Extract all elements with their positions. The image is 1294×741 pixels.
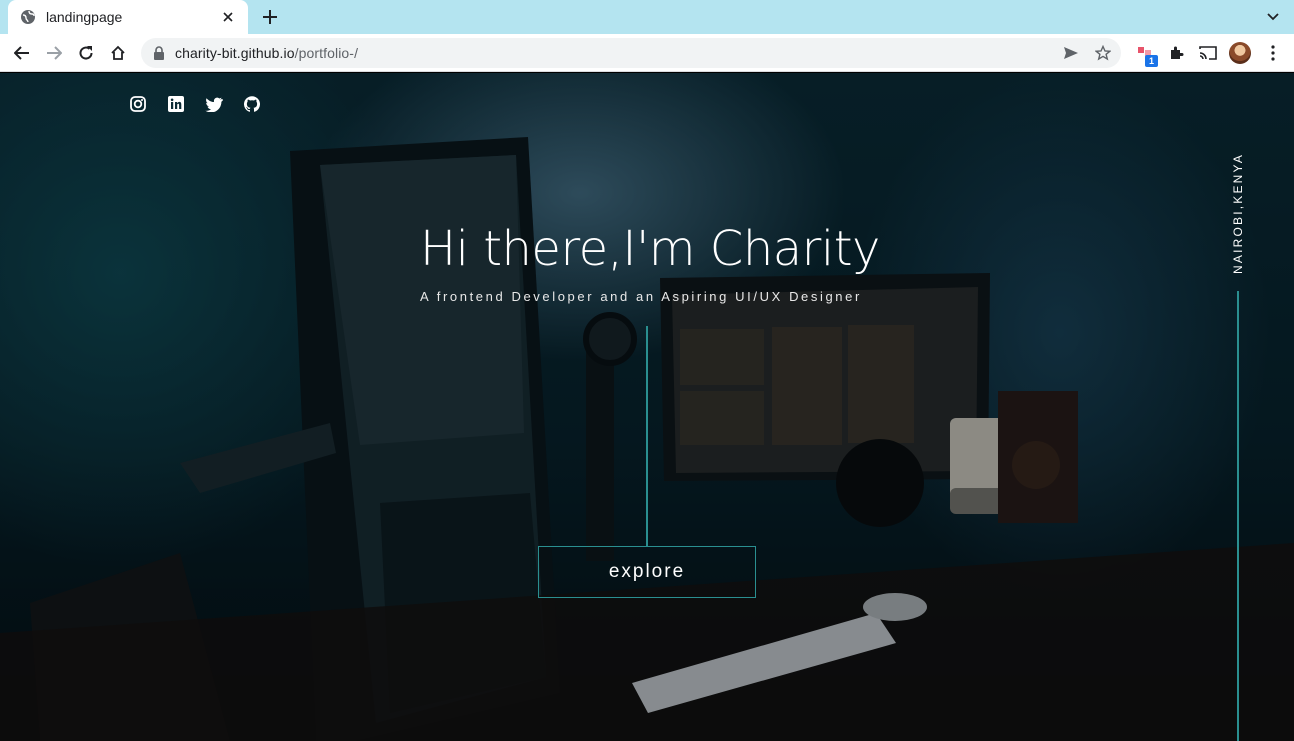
linkedin-icon[interactable] xyxy=(167,95,185,113)
social-links xyxy=(129,95,261,113)
vertical-divider xyxy=(1237,291,1239,741)
more-vert-icon[interactable] xyxy=(1262,42,1284,64)
browser-tab-strip: landingpage xyxy=(0,0,1294,34)
chevron-down-icon[interactable] xyxy=(1264,8,1282,26)
puzzle-icon[interactable] xyxy=(1165,42,1187,64)
explore-button[interactable]: explore xyxy=(538,546,756,598)
globe-icon xyxy=(20,9,36,25)
send-icon[interactable] xyxy=(1063,45,1079,61)
extension-badge: 1 xyxy=(1145,55,1158,67)
url-path: /portfolio-/ xyxy=(294,45,359,61)
center-divider xyxy=(646,326,648,546)
twitter-icon[interactable] xyxy=(205,95,223,113)
location-label: NAIROBI,KENYA xyxy=(1231,152,1245,274)
tab-title: landingpage xyxy=(46,9,123,25)
hero-subtitle: A frontend Developer and an Aspiring UI/… xyxy=(420,289,862,304)
url-text: charity-bit.github.io/portfolio-/ xyxy=(175,45,358,61)
cast-icon[interactable] xyxy=(1197,42,1219,64)
lock-icon[interactable] xyxy=(153,46,165,60)
avatar[interactable] xyxy=(1229,42,1251,64)
landing-hero: NAIROBI,KENYA Hi there,I'm Charity A fro… xyxy=(0,73,1294,741)
url-host: charity-bit.github.io xyxy=(175,45,295,61)
instagram-icon[interactable] xyxy=(129,95,147,113)
browser-tab[interactable]: landingpage xyxy=(8,0,248,34)
address-bar[interactable]: charity-bit.github.io/portfolio-/ xyxy=(141,38,1121,68)
star-icon[interactable] xyxy=(1095,45,1111,61)
hero-title: Hi there,I'm Charity xyxy=(420,221,880,277)
forward-icon[interactable] xyxy=(43,42,65,64)
new-tab-icon[interactable] xyxy=(258,6,282,28)
back-icon[interactable] xyxy=(11,42,33,64)
reload-icon[interactable] xyxy=(75,42,97,64)
home-icon[interactable] xyxy=(107,42,129,64)
close-icon[interactable] xyxy=(220,9,236,25)
github-icon[interactable] xyxy=(243,95,261,113)
browser-toolbar: charity-bit.github.io/portfolio-/ xyxy=(0,34,1294,72)
